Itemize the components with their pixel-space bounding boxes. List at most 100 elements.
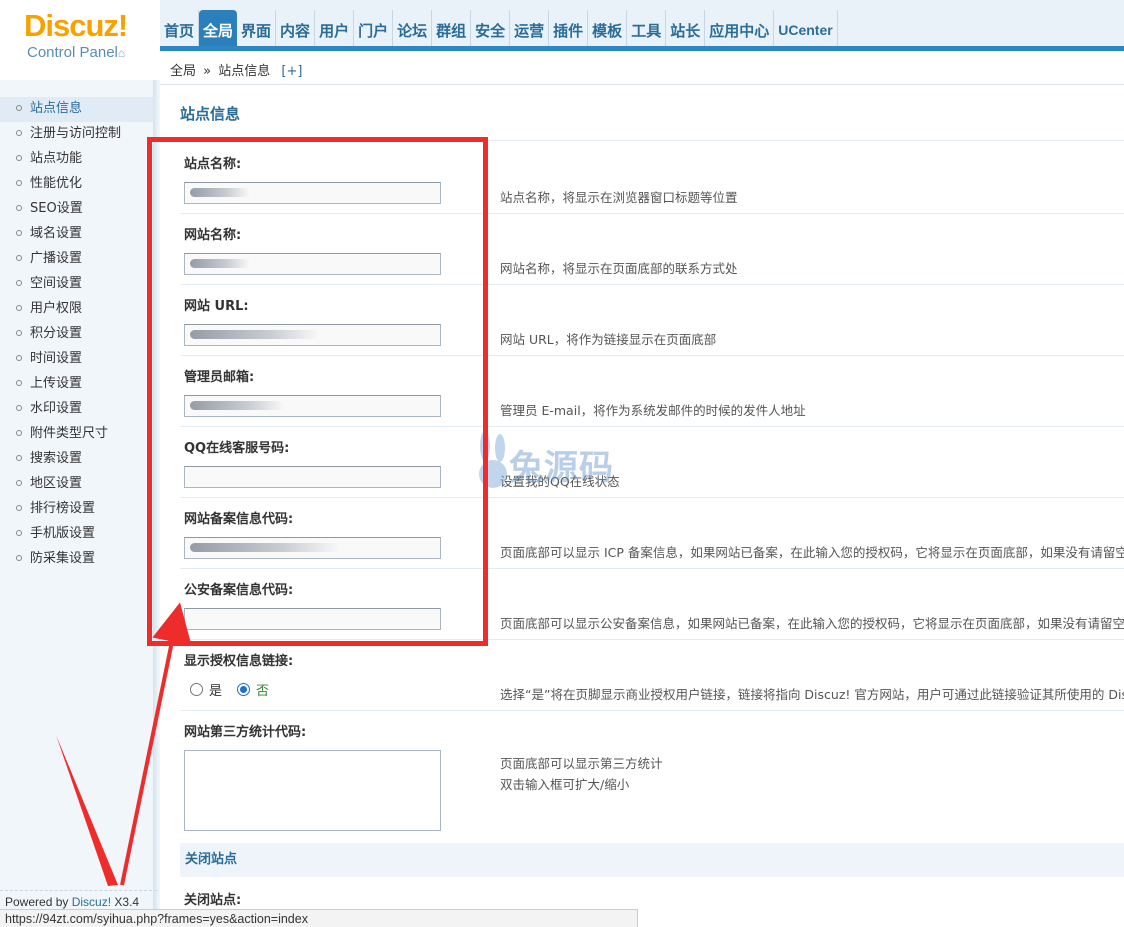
sidebar-item-label: 性能优化: [30, 176, 83, 191]
logo[interactable]: Discuz! Control Panel⌂: [0, 0, 160, 80]
sidebar-item-label: 手机版设置: [30, 526, 96, 541]
close-site-label: 关闭站点:: [184, 893, 242, 908]
sidebar-item[interactable]: 水印设置: [0, 397, 157, 422]
setting-desc: 管理员 E-mail，将作为系统发邮件的时候的发件人地址: [500, 403, 806, 418]
sidebar-item[interactable]: 用户权限: [0, 297, 157, 322]
nav-tab[interactable]: 内容: [276, 10, 316, 46]
sidebar-item[interactable]: 地区设置: [0, 472, 157, 497]
bullet-icon: [16, 380, 22, 386]
license-yes-radio[interactable]: 是: [190, 680, 222, 699]
home-icon[interactable]: ⌂: [118, 46, 125, 60]
sidebar: 站点信息注册与访问控制站点功能性能优化 SEO设置域名设置广播设置空间设置用户权限…: [0, 80, 157, 927]
sidebar-item[interactable]: 上传设置: [0, 372, 157, 397]
sidebar-item-label: 附件类型尺寸: [30, 426, 109, 441]
nav-tab[interactable]: 门户: [354, 10, 394, 46]
sidebar-item-label: 空间设置: [30, 276, 83, 291]
logo-brand: Discuz!: [24, 8, 128, 43]
nav-tab[interactable]: 站长: [666, 10, 706, 46]
stats-code-textarea[interactable]: [184, 750, 441, 831]
sidebar-item-label: 注册与访问控制: [30, 126, 122, 141]
sidebar-item[interactable]: 附件类型尺寸: [0, 422, 157, 447]
nav-tab[interactable]: 安全: [471, 10, 511, 46]
stats-desc-2: 双击输入框可扩大/缩小: [500, 777, 630, 792]
sidebar-item-label: SEO设置: [30, 201, 83, 216]
breadcrumb-separator: »: [203, 64, 212, 79]
license-no-label: 否: [256, 684, 270, 699]
sidebar-item-label: 积分设置: [30, 326, 83, 341]
sidebar-item[interactable]: 广播设置: [0, 247, 157, 272]
setting-desc: 页面底部可以显示公安备案信息，如果网站已备案，在此输入您的授权码，它将显示在页面…: [500, 616, 1124, 631]
sidebar-item[interactable]: 搜索设置: [0, 447, 157, 472]
bullet-icon: [16, 305, 22, 311]
sidebar-item[interactable]: 排行榜设置: [0, 497, 157, 522]
breadcrumb: 全局 » 站点信息 [+]: [170, 60, 305, 79]
sidebar-divider: [0, 890, 157, 891]
stats-row: 网站第三方统计代码: 页面底部可以显示第三方统计 双击输入框可扩大/缩小: [180, 711, 1124, 841]
bullet-icon: [16, 230, 22, 236]
close-site-section-header: 关闭站点: [180, 843, 1124, 877]
sidebar-item-label: 用户权限: [30, 301, 83, 316]
bullet-icon: [16, 505, 22, 511]
breadcrumb-current: 站点信息: [218, 64, 271, 79]
nav-tab[interactable]: 全局: [199, 10, 238, 46]
bullet-icon: [16, 280, 22, 286]
logo-subtitle: Control Panel⌂: [27, 44, 125, 61]
setting-desc: 网站名称，将显示在页面底部的联系方式处: [500, 261, 738, 276]
nav-tab[interactable]: 群组: [432, 10, 472, 46]
nav-tab[interactable]: 运营: [510, 10, 550, 46]
nav-tab[interactable]: 插件: [549, 10, 589, 46]
sidebar-item[interactable]: 站点信息: [0, 97, 157, 122]
radio-circle: [190, 683, 203, 696]
nav-tab[interactable]: 用户: [315, 10, 355, 46]
bullet-icon: [16, 130, 22, 136]
setting-desc: 网站 URL，将作为链接显示在页面底部: [500, 332, 717, 347]
sidebar-item[interactable]: 域名设置: [0, 222, 157, 247]
sidebar-item[interactable]: 时间设置: [0, 347, 157, 372]
bullet-icon: [16, 205, 22, 211]
sidebar-item[interactable]: 站点功能: [0, 147, 157, 172]
radio-circle-checked: [237, 683, 250, 696]
sidebar-item[interactable]: 积分设置: [0, 322, 157, 347]
sidebar-item[interactable]: 防采集设置: [0, 547, 157, 572]
sidebar-item-label: 防采集设置: [30, 551, 96, 566]
top-nav: 首页 全局 界面 内容 用户 门户 论坛 群组 安全 运营 插件 模板 工具 站长 应用中心 UCenter: [160, 10, 838, 46]
bullet-icon: [16, 405, 22, 411]
sidebar-item-label: 站点信息: [30, 101, 83, 116]
sidebar-item[interactable]: 注册与访问控制: [0, 122, 157, 147]
nav-tab[interactable]: UCenter: [774, 10, 838, 46]
add-shortcut-button[interactable]: [+]: [281, 64, 302, 79]
license-no-radio[interactable]: 否: [237, 680, 269, 699]
sidebar-item[interactable]: 手机版设置: [0, 522, 157, 547]
powered-version: X3.4: [114, 895, 140, 909]
watermark-text: 兔源码: [509, 448, 614, 488]
browser-status-bar: https://94zt.com/syihua.php?frames=yes&a…: [0, 909, 638, 927]
nav-tab[interactable]: 论坛: [393, 10, 433, 46]
powered-link[interactable]: Discuz!: [72, 895, 111, 909]
nav-tab[interactable]: 界面: [237, 10, 277, 46]
breadcrumb-root[interactable]: 全局: [170, 64, 196, 79]
bullet-icon: [16, 555, 22, 561]
powered-prefix: Powered by: [5, 895, 69, 909]
bullet-icon: [16, 530, 22, 536]
watermark-logo: 兔源码: [473, 430, 663, 492]
setting-desc: 页面底部可以显示 ICP 备案信息，如果网站已备案，在此输入您的授权码，它将显示…: [500, 545, 1124, 560]
bullet-icon: [16, 480, 22, 486]
sidebar-item[interactable]: SEO设置: [0, 197, 157, 222]
sidebar-menu: 站点信息注册与访问控制站点功能性能优化 SEO设置域名设置广播设置空间设置用户权限…: [0, 97, 157, 572]
bullet-icon: [16, 355, 22, 361]
nav-tab[interactable]: 模板: [588, 10, 628, 46]
bullet-icon: [16, 455, 22, 461]
nav-tab[interactable]: 工具: [627, 10, 667, 46]
license-row: 显示授权信息链接: 是 否 选择“是”将在页脚显示商业授权用户链接，链接将指向 …: [180, 640, 1124, 711]
sidebar-item-label: 地区设置: [30, 476, 83, 491]
stats-label: 网站第三方统计代码:: [184, 725, 307, 740]
sidebar-item[interactable]: 空间设置: [0, 272, 157, 297]
license-desc: 选择“是”将在页脚显示商业授权用户链接，链接将指向 Discuz! 官方网站，用…: [500, 687, 1124, 702]
sidebar-item-label: 域名设置: [30, 226, 83, 241]
nav-tab[interactable]: 应用中心: [705, 10, 775, 46]
powered-by: Powered by Discuz! X3.4: [5, 895, 139, 909]
sidebar-item-label: 水印设置: [30, 401, 83, 416]
nav-tab[interactable]: 首页: [160, 10, 200, 46]
sidebar-item[interactable]: 性能优化: [0, 172, 157, 197]
sidebar-item-label: 上传设置: [30, 376, 83, 391]
